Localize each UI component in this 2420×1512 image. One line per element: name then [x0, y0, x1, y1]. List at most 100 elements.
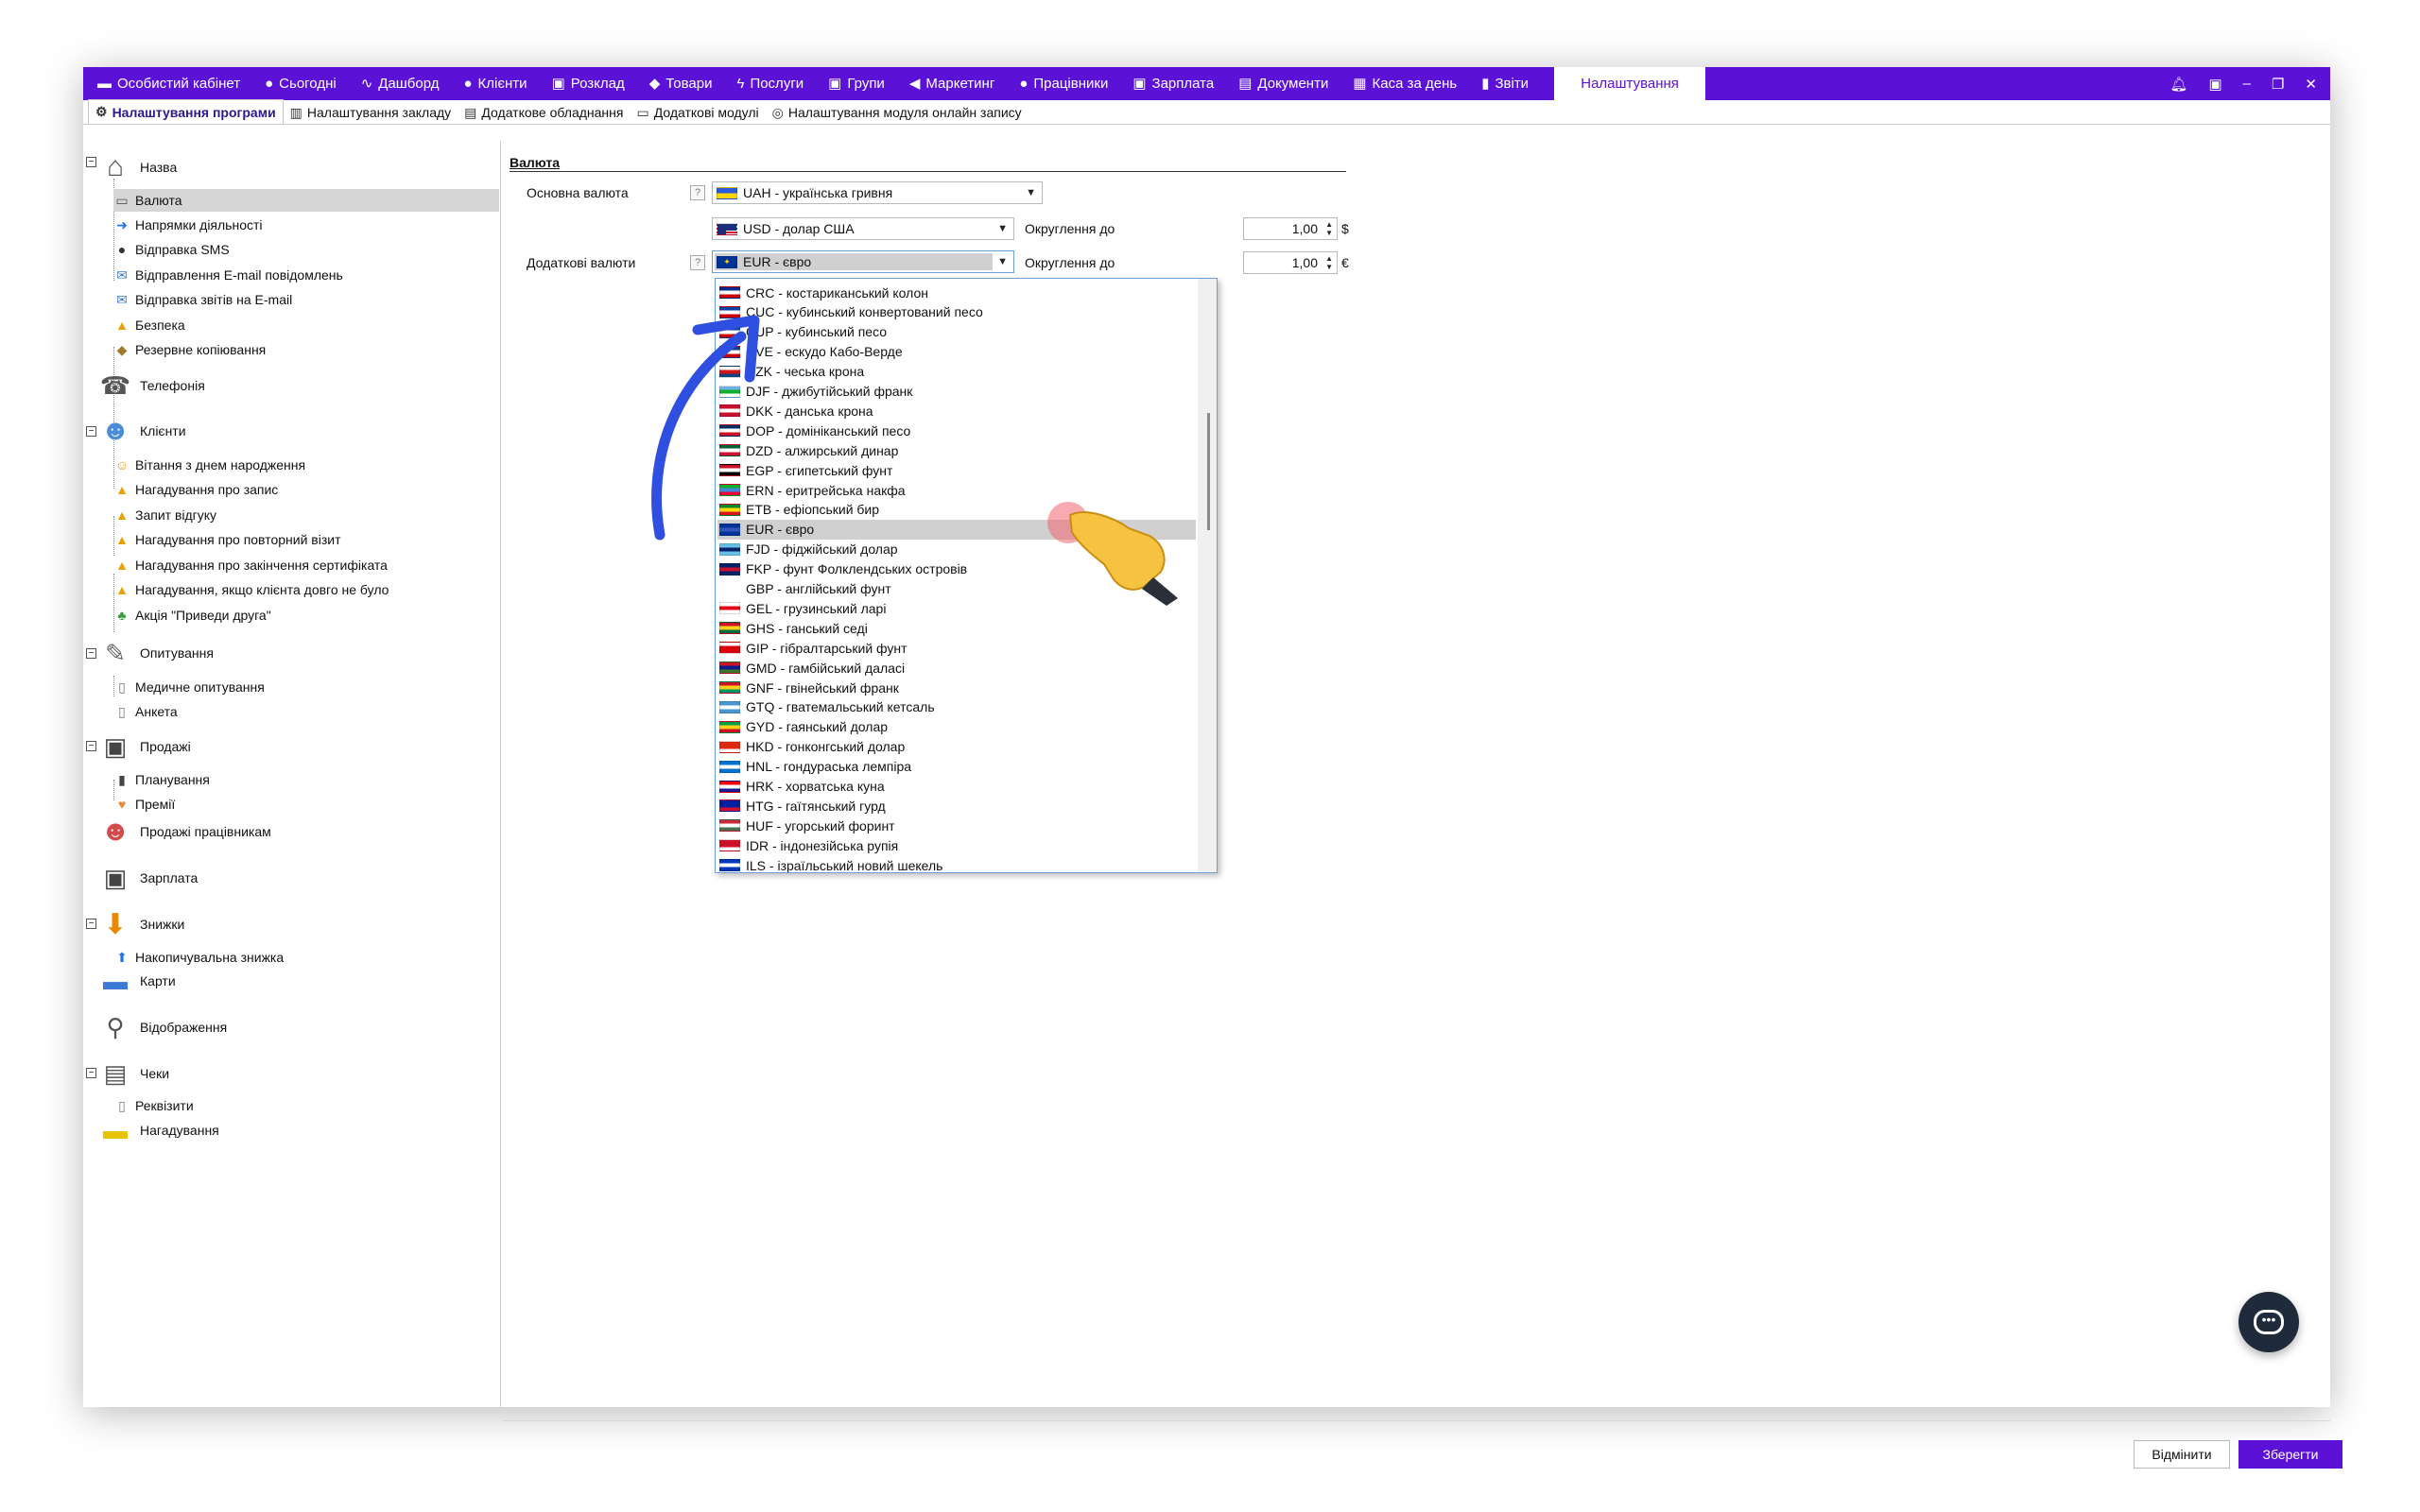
nav-item-6[interactable]: ϟ Послуги: [724, 67, 816, 100]
tree-item-currency[interactable]: ▭ Валюта: [113, 189, 499, 212]
nav-item-1[interactable]: ● Сьогодні: [252, 67, 349, 100]
tree-item-directions[interactable]: ➜ Напрямки діяльності: [113, 214, 262, 236]
tree-item-clients[interactable]: ☻ Клієнти: [96, 411, 185, 451]
currency-option[interactable]: HUF - угорський форинт: [717, 816, 1196, 835]
tree-item-reminders[interactable]: ▬ Нагадування: [96, 1110, 219, 1150]
collapse-toggle[interactable]: −: [86, 741, 96, 751]
currency-option[interactable]: CUP - кубинський песо: [717, 322, 1196, 342]
tree-item-security[interactable]: ▲ Безпека: [113, 314, 185, 336]
nav-item-13[interactable]: ▮ Звіти: [1469, 67, 1541, 100]
tree-item-medical[interactable]: ▯ Медичне опитування: [113, 676, 265, 698]
nav-settings[interactable]: Налаштування: [1554, 67, 1706, 100]
stepper-icon[interactable]: ▲ ▼: [1325, 220, 1333, 237]
collapse-toggle[interactable]: −: [86, 157, 96, 167]
currency-option[interactable]: CRC - костариканський колон: [717, 283, 1196, 302]
scrollbar-thumb[interactable]: [1207, 413, 1210, 530]
currency-option[interactable]: HRK - хорватська куна: [717, 777, 1196, 797]
tree-item-reminder-booking[interactable]: ▲ Нагадування про запис: [113, 478, 278, 501]
scrollbar[interactable]: [1198, 279, 1217, 872]
close-icon[interactable]: ✕: [2305, 76, 2317, 93]
settings-tab-4[interactable]: ◎ Налаштування модуля онлайн запису: [766, 101, 1028, 124]
lock-icon[interactable]: ▣: [2208, 76, 2221, 93]
tree-item-birthday[interactable]: ☺ Вітання з днем народження: [113, 454, 305, 476]
currency-option[interactable]: GTQ - гватемальський кетсаль: [717, 697, 1196, 717]
tree-item-long-absent[interactable]: ▲ Нагадування, якщо клієнта довго не було: [113, 578, 389, 601]
nav-item-11[interactable]: ▤ Документи: [1226, 67, 1340, 100]
tree-item-email-reports[interactable]: ✉ Відправка звітів на E-mail: [113, 288, 292, 311]
nav-item-10[interactable]: ▣ Зарплата: [1120, 67, 1226, 100]
collapse-toggle[interactable]: −: [86, 648, 96, 659]
nav-item-0[interactable]: ▬ Особистий кабінет: [85, 67, 252, 100]
tree-item-sms[interactable]: ● Відправка SMS: [113, 238, 230, 261]
currency-option[interactable]: EGP - єгипетський фунт: [717, 460, 1196, 480]
money-icon: ▣: [1132, 76, 1147, 92]
currency-option[interactable]: DJF - джибутійський франк: [717, 382, 1196, 402]
nav-item-8[interactable]: ◀ Маркетинг: [897, 67, 1007, 100]
tree-item-feedback[interactable]: ▲ Запит відгуку: [113, 504, 216, 526]
help-icon[interactable]: ?: [690, 185, 705, 200]
tree-item-backup[interactable]: ◆ Резервне копіювання: [113, 338, 267, 361]
collapse-toggle[interactable]: −: [86, 426, 96, 437]
extra-currency-select-1[interactable]: USD - долар США ▼: [712, 217, 1014, 240]
bell-icon[interactable]: 🔔︎: [2169, 76, 2187, 93]
tree-item-display[interactable]: ⚲ Відображення: [96, 1007, 227, 1047]
nav-item-4[interactable]: ▣ Розклад: [540, 67, 637, 100]
nav-item-9[interactable]: ● Працівники: [1007, 67, 1120, 100]
tree-item-discounts[interactable]: ⬇ Знижки: [96, 904, 184, 944]
currency-option[interactable]: CUC - кубинський конвертований песо: [717, 302, 1196, 322]
tree-item-certificate[interactable]: ▲ Нагадування про закінчення сертифіката: [113, 554, 388, 576]
collapse-toggle[interactable]: −: [86, 919, 96, 929]
settings-tab-1[interactable]: ▥ Налаштування закладу: [284, 101, 458, 124]
currency-option[interactable]: ILS - ізраїльський новий шекель: [717, 855, 1196, 872]
currency-option[interactable]: GMD - гамбійський даласі: [717, 658, 1196, 678]
currency-option[interactable]: GHS - ганський седі: [717, 618, 1196, 638]
nav-item-12[interactable]: ▦ Каса за день: [1340, 67, 1469, 100]
rounding-input-1[interactable]: 1,00 ▲ ▼: [1243, 217, 1338, 240]
settings-tab-2[interactable]: ▤ Додаткове обладнання: [458, 101, 630, 124]
tree-item-email[interactable]: ✉ Відправлення E-mail повідомлень: [113, 264, 343, 286]
nav-item-7[interactable]: ▣ Групи: [816, 67, 897, 100]
stepper-icon[interactable]: ▲ ▼: [1325, 254, 1333, 271]
rounding-input-2[interactable]: 1,00 ▲ ▼: [1243, 251, 1338, 274]
nav-item-5[interactable]: ◆ Товари: [637, 67, 725, 100]
settings-tab-0[interactable]: ⚙ Налаштування програми: [88, 99, 284, 124]
tree-item-salary[interactable]: ▣ Зарплата: [96, 858, 199, 898]
tree-item-cards[interactable]: ▬ Карти: [96, 961, 176, 1001]
minimize-icon[interactable]: –: [2243, 76, 2251, 92]
tree-item-employee-sales[interactable]: ☻ Продажі працівникам: [96, 812, 271, 851]
tree-item-repeat-visit[interactable]: ▲ Нагадування про повторний візит: [113, 528, 340, 551]
cancel-button[interactable]: Відмінити: [2134, 1440, 2230, 1469]
currency-option[interactable]: ERN - еритрейська накфа: [717, 480, 1196, 500]
tree-item-referral[interactable]: ♣ Акція "Приведи друга": [113, 604, 270, 627]
settings-tab-3[interactable]: ▭ Додаткові модулі: [630, 101, 765, 124]
tree-item-telephony[interactable]: ☎ Телефонія: [96, 366, 205, 405]
nav-item-2[interactable]: ∿ Дашборд: [349, 67, 452, 100]
currency-option[interactable]: DKK - данська крона: [717, 401, 1196, 421]
save-button[interactable]: Зберегти: [2238, 1440, 2342, 1469]
currency-option[interactable]: CZK - чеська крона: [717, 362, 1196, 382]
currency-option[interactable]: DZD - алжирський динар: [717, 440, 1196, 460]
tree-item-receipts[interactable]: ▤ Чеки: [96, 1054, 169, 1093]
currency-option[interactable]: HKD - гонконгський долар: [717, 737, 1196, 757]
currency-option[interactable]: CVE - ескудо Кабо-Верде: [717, 342, 1196, 362]
currency-option[interactable]: GIP - гібралтарський фунт: [717, 638, 1196, 658]
chat-button[interactable]: •••: [2238, 1292, 2299, 1352]
chat-bubble-icon: ●: [117, 242, 127, 257]
collapse-toggle[interactable]: −: [86, 1068, 96, 1078]
main-currency-select[interactable]: UAH - українська гривня ▼: [712, 181, 1043, 204]
currency-option[interactable]: HNL - гондураська лемпіра: [717, 757, 1196, 777]
tree-item-surveys[interactable]: ✎ Опитування: [96, 633, 214, 673]
currency-option[interactable]: GNF - гвінейський франк: [717, 678, 1196, 697]
currency-option[interactable]: DOP - домініканський песо: [717, 421, 1196, 440]
tree-item-questionnaire[interactable]: ▯ Анкета: [113, 700, 178, 723]
restore-icon[interactable]: ❐: [2272, 76, 2284, 93]
tree-item-sales[interactable]: ▣ Продажі: [96, 727, 191, 766]
tree-item-planning[interactable]: ▮ Планування: [113, 768, 210, 791]
currency-option[interactable]: GYD - гаянський долар: [717, 717, 1196, 737]
currency-option[interactable]: IDR - індонезійська рупія: [717, 835, 1196, 855]
arrow-right-icon: ➜: [116, 216, 128, 232]
cash-icon: ▣: [103, 731, 128, 761]
nav-item-3[interactable]: ● Клієнти: [451, 67, 539, 100]
tree-item-home[interactable]: ⌂ Назва: [96, 147, 177, 187]
currency-option[interactable]: HTG - гаїтянський гурд: [717, 796, 1196, 816]
